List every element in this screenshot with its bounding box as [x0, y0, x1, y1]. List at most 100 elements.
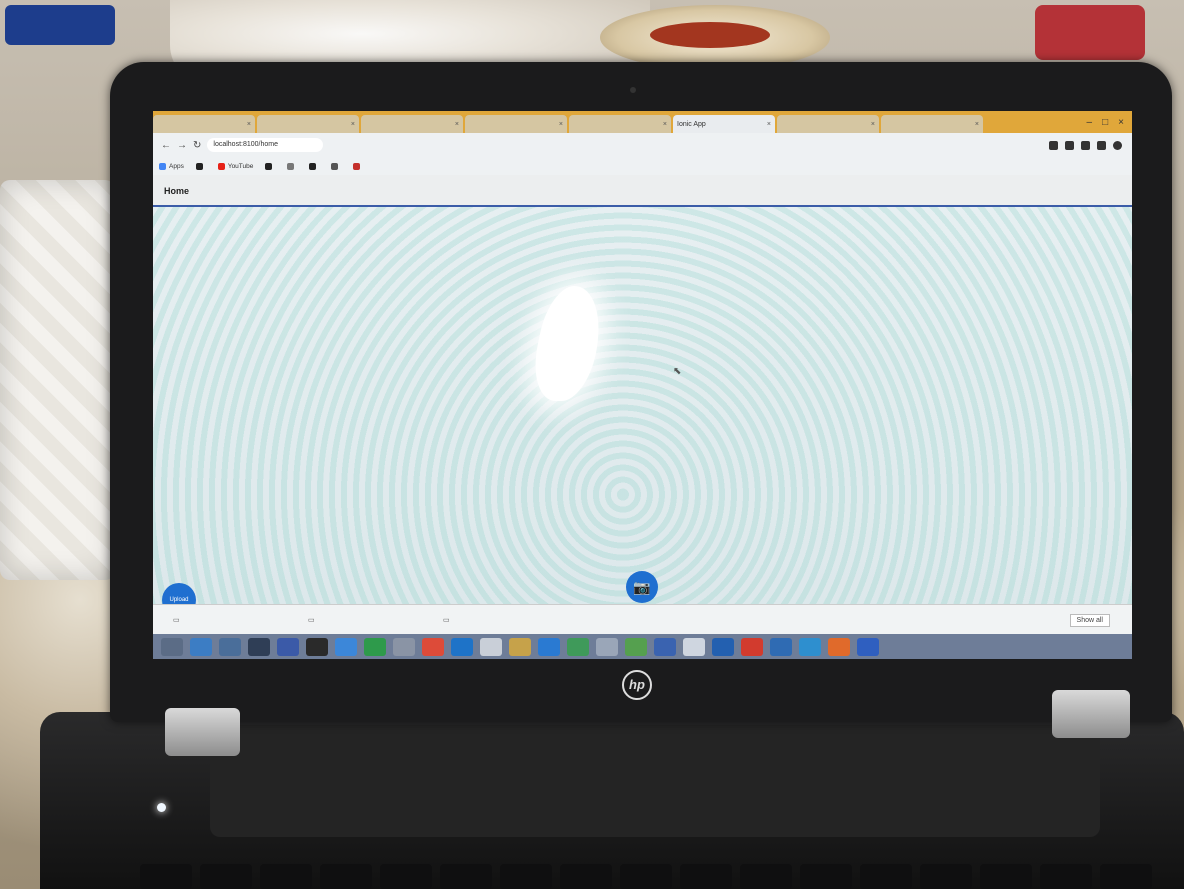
bookmark-item[interactable]: Apps	[159, 162, 184, 170]
hinge-right	[1052, 690, 1130, 738]
back-icon[interactable]: ←	[161, 140, 171, 151]
keyboard-key	[860, 864, 912, 889]
power-light	[157, 803, 166, 812]
ie-taskbar-icon[interactable]	[190, 637, 212, 656]
camera-icon: 📷	[633, 579, 651, 595]
tab-close-icon[interactable]: ×	[663, 121, 667, 128]
keyboard-key	[620, 864, 672, 889]
browser-tab[interactable]: ×	[153, 115, 255, 133]
browser-tab[interactable]: ×	[569, 115, 671, 133]
keyboard-key	[260, 864, 312, 889]
downloads-bar: ▭ ▭ ▭ Show all	[153, 604, 1132, 635]
webcam	[630, 87, 636, 93]
profile-icon[interactable]	[1113, 140, 1122, 150]
close-icon[interactable]: ×	[1118, 117, 1124, 128]
extensions	[1049, 140, 1132, 150]
hp-taskbar-icon[interactable]	[306, 637, 328, 656]
store-taskbar-icon[interactable]	[248, 637, 270, 656]
browser-tab[interactable]: ×	[777, 115, 879, 133]
browser-tab[interactable]: Ionic App ×	[673, 115, 775, 133]
browser-tab[interactable]: ×	[465, 115, 567, 133]
keyboard-row	[140, 864, 1184, 889]
tab-close-icon[interactable]: ×	[351, 121, 355, 128]
tab-label: Ionic App	[677, 120, 706, 128]
bookmark-item[interactable]	[195, 162, 206, 170]
chrome-taskbar-icon[interactable]	[422, 637, 444, 656]
app-taskbar-icon[interactable]	[364, 637, 386, 656]
app-taskbar-icon[interactable]	[596, 637, 618, 656]
laptop-palmrest	[210, 725, 1100, 837]
keyboard-key	[560, 864, 612, 889]
bookmarks-bar: Apps YouTube	[153, 157, 1132, 175]
app-taskbar-icon[interactable]	[799, 637, 821, 656]
minimize-icon[interactable]: –	[1087, 117, 1093, 128]
background-object	[1035, 5, 1145, 60]
keyboard-key	[140, 864, 192, 889]
forward-icon[interactable]: →	[177, 140, 187, 151]
window-controls: – □ ×	[1087, 117, 1132, 128]
camera-fab-button[interactable]: 📷	[626, 571, 658, 603]
tab-close-icon[interactable]: ×	[767, 121, 771, 128]
download-item[interactable]: ▭	[288, 616, 423, 624]
file-icon: ▭	[173, 617, 180, 624]
app-taskbar-icon[interactable]	[654, 637, 676, 656]
app-taskbar-icon[interactable]	[683, 637, 705, 656]
extension-icon[interactable]	[1065, 140, 1074, 150]
url-input[interactable]: localhost:8100/home	[207, 138, 324, 152]
bookmark-item[interactable]	[265, 162, 275, 170]
browser-tab[interactable]: ×	[881, 115, 983, 133]
bookmark-item[interactable]	[353, 162, 363, 170]
hinge-left	[165, 708, 240, 756]
app-taskbar-icon[interactable]	[451, 637, 473, 656]
app-taskbar-icon[interactable]	[393, 637, 415, 656]
explorer-taskbar-icon[interactable]	[219, 637, 241, 656]
mouse-cursor-icon: ⬉	[673, 366, 682, 377]
plate-label	[650, 22, 770, 48]
download-item[interactable]: ▭	[153, 616, 288, 624]
address-bar-row: ← → ↻ localhost:8100/home	[153, 133, 1132, 157]
acrobat-taskbar-icon[interactable]	[741, 637, 763, 656]
app-taskbar-icon[interactable]	[538, 637, 560, 656]
tab-close-icon[interactable]: ×	[871, 121, 875, 128]
tab-close-icon[interactable]: ×	[975, 121, 979, 128]
bookmark-favicon-icon	[287, 162, 295, 170]
download-item[interactable]: ▭	[423, 616, 558, 624]
app-taskbar-icon[interactable]	[770, 637, 792, 656]
app-taskbar-icon[interactable]	[828, 637, 850, 656]
bookmark-label: YouTube	[227, 162, 254, 170]
bookmark-item[interactable]	[287, 162, 297, 170]
bookmark-item[interactable]: YouTube	[217, 162, 254, 170]
bookmark-favicon-icon	[331, 162, 339, 170]
keyboard-key	[740, 864, 792, 889]
keyboard-key	[980, 864, 1032, 889]
show-all-downloads-button[interactable]: Show all	[1069, 613, 1110, 627]
windows-taskbar	[153, 634, 1132, 659]
browser-tab[interactable]: ×	[257, 115, 359, 133]
media-taskbar-icon[interactable]	[277, 637, 299, 656]
app-taskbar-icon[interactable]	[712, 637, 734, 656]
keyboard-key	[1100, 864, 1152, 889]
keyboard-key	[800, 864, 852, 889]
file-icon: ▭	[308, 617, 315, 624]
extension-icon[interactable]	[1049, 140, 1058, 150]
bookmark-label: Apps	[169, 162, 184, 170]
app-taskbar-icon[interactable]	[509, 637, 531, 656]
help-taskbar-icon[interactable]	[857, 637, 879, 656]
tab-close-icon[interactable]: ×	[247, 121, 251, 128]
extension-icon[interactable]	[1097, 140, 1106, 150]
app-taskbar-icon[interactable]	[480, 637, 502, 656]
paper-towel-roll	[0, 180, 115, 580]
app-taskbar-icon[interactable]	[567, 637, 589, 656]
browser-tab[interactable]: ×	[361, 115, 463, 133]
tab-close-icon[interactable]: ×	[559, 121, 563, 128]
extension-icon[interactable]	[1081, 140, 1090, 150]
app-taskbar-icon[interactable]	[335, 637, 357, 656]
reload-icon[interactable]: ↻	[193, 140, 201, 151]
bookmark-item[interactable]	[331, 162, 341, 170]
bookmark-item[interactable]	[309, 162, 319, 170]
app-taskbar-icon[interactable]	[625, 637, 647, 656]
start-taskbar-icon[interactable]	[161, 637, 183, 656]
bookmark-favicon-icon	[217, 162, 225, 170]
maximize-icon[interactable]: □	[1102, 117, 1108, 128]
tab-close-icon[interactable]: ×	[455, 121, 459, 128]
